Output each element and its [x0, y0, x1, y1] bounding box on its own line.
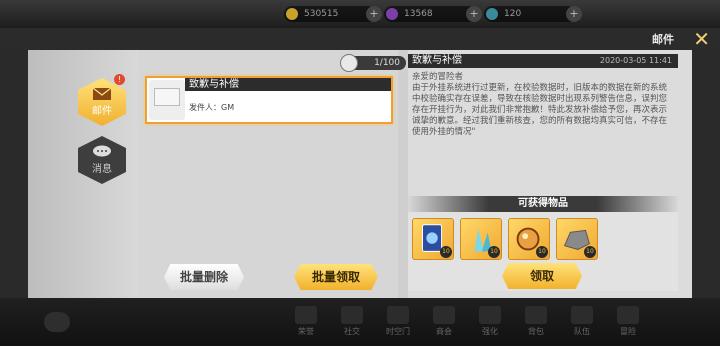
adventure-icon	[617, 306, 639, 324]
nav-enhance[interactable]: 强化	[472, 306, 508, 340]
top-resource-bar: 530515 + 13568 + 120 +	[0, 0, 720, 28]
reward-item[interactable]: 10	[412, 218, 454, 260]
nav-team[interactable]: 队伍	[564, 306, 600, 340]
envelope-icon	[92, 87, 112, 100]
nav-label: 荣誉	[298, 327, 314, 336]
enhance-icon	[479, 306, 501, 324]
nav-social[interactable]: 社交	[334, 306, 370, 340]
letter-icon	[154, 88, 180, 106]
bag-icon	[525, 306, 547, 324]
mail-badge: !	[114, 74, 125, 85]
claim-button[interactable]: 领取	[502, 263, 582, 289]
gold-coin-icon	[286, 8, 298, 20]
honor-icon	[295, 306, 317, 324]
portal-icon	[387, 306, 409, 324]
batch-claim-button[interactable]: 批量领取	[294, 264, 378, 290]
purple-gem-icon	[386, 8, 398, 20]
tab-mail[interactable]: 邮件	[78, 78, 126, 126]
reward-level: 10	[584, 246, 596, 258]
tab-mail-label: 邮件	[92, 106, 112, 117]
detail-title: 致歉与补偿	[412, 55, 462, 66]
add-gold-button[interactable]: +	[366, 6, 382, 22]
mail-list: 1/100 致歉与补偿 发件人：GM 批量删除 批量领取	[138, 50, 406, 298]
tab-messages[interactable]: 消息	[78, 136, 126, 184]
nav-label: 时空门	[386, 327, 410, 336]
bottom-nav: 荣誉 社交 时空门 商会 强化 背包 队伍 冒险	[0, 298, 720, 346]
detail-date: 2020-03-05 11:41	[599, 56, 672, 65]
social-icon	[341, 306, 363, 324]
detail-header: 致歉与补偿 2020-03-05 11:41	[408, 54, 678, 68]
nav-label: 背包	[528, 327, 544, 336]
detail-body: 亲爱的冒险者 由于外挂系统进行过更新，在校验数据时，旧版本的数据在新的系统中校验…	[412, 72, 668, 137]
mail-count: 1/100	[340, 54, 406, 72]
nav-label: 商会	[436, 327, 452, 336]
mail-thumbnail	[149, 80, 185, 120]
nav-adventure[interactable]: 冒险	[610, 306, 646, 340]
team-icon	[571, 306, 593, 324]
chat-bubble-icon	[93, 145, 111, 157]
mailbox-icon	[340, 54, 358, 72]
mail-item[interactable]: 致歉与补偿 发件人：GM	[145, 76, 393, 124]
reward-level: 10	[440, 246, 452, 258]
mail-header: 邮件 ✕	[0, 27, 720, 51]
rewards-title: 可获得物品	[408, 196, 678, 212]
gem-counter: 13568 +	[384, 6, 482, 22]
nav-guild[interactable]: 商会	[426, 306, 462, 340]
page-title: 邮件	[652, 33, 674, 46]
stamina-icon	[486, 8, 498, 20]
reward-item[interactable]: 10	[556, 218, 598, 260]
gold-counter: 530515 +	[284, 6, 382, 22]
mail-detail: 致歉与补偿 2020-03-05 11:41 亲爱的冒险者 由于外挂系统进行过更…	[408, 50, 692, 298]
add-gem-button[interactable]: +	[466, 6, 482, 22]
mail-panel: 邮件 ! 消息 1/100 致歉与补偿 发件人：GM 批量删除 批量领取 致歉与…	[28, 50, 692, 298]
nav-label: 冒险	[620, 327, 636, 336]
stamina-counter: 120 +	[484, 6, 582, 22]
nav-portal[interactable]: 时空门	[380, 306, 416, 340]
mail-item-title: 致歉与补偿	[185, 78, 391, 91]
chat-icon[interactable]	[44, 312, 70, 332]
rewards-section: 可获得物品 10 10 10 10 领取	[408, 196, 678, 291]
reward-item[interactable]: 10	[460, 218, 502, 260]
mail-count-value: 1/100	[374, 58, 400, 68]
add-stamina-button[interactable]: +	[566, 6, 582, 22]
guild-icon	[433, 306, 455, 324]
close-icon[interactable]: ✕	[693, 27, 710, 51]
nav-label: 队伍	[574, 327, 590, 336]
stamina-value: 120	[504, 9, 522, 19]
gem-value: 13568	[404, 9, 433, 19]
nav-bag[interactable]: 背包	[518, 306, 554, 340]
nav-label: 强化	[482, 327, 498, 336]
nav-honor[interactable]: 荣誉	[288, 306, 324, 340]
reward-item[interactable]: 10	[508, 218, 550, 260]
reward-level: 10	[488, 246, 500, 258]
mail-item-sender: 发件人：GM	[189, 103, 235, 112]
sidebar: 邮件 ! 消息	[28, 50, 138, 298]
gold-value: 530515	[304, 9, 339, 19]
batch-delete-button[interactable]: 批量删除	[164, 264, 244, 290]
reward-level: 10	[536, 246, 548, 258]
nav-label: 社交	[344, 327, 360, 336]
tab-messages-label: 消息	[92, 164, 112, 175]
